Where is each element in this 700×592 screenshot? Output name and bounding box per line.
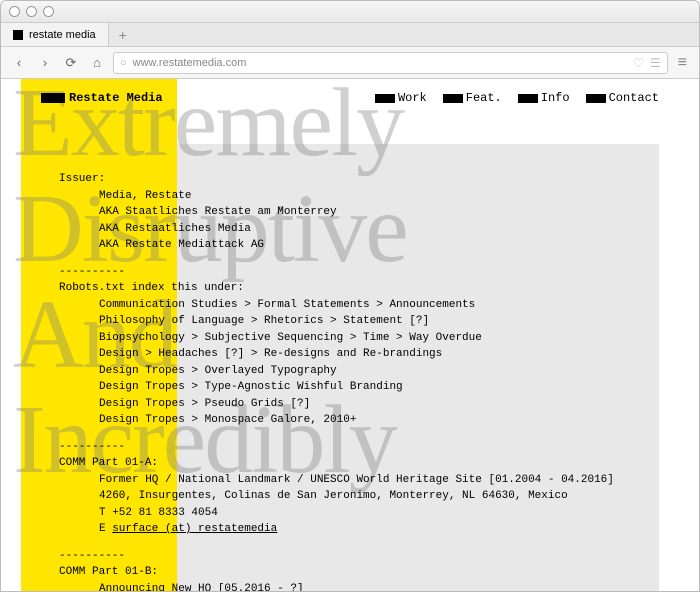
tab-bar: restate media + <box>1 23 699 47</box>
nav-feat[interactable]: Feat. <box>443 91 502 105</box>
issuer-line: AKA Restate Mediattack AG <box>59 237 659 254</box>
robots-line: Design > Headaches [?] > Re-designs and … <box>59 346 659 363</box>
nav-box-icon <box>375 94 395 103</box>
comm1a-line: Former HQ / National Landmark / UNESCO W… <box>59 472 659 489</box>
nav-box-icon <box>443 94 463 103</box>
globe-icon: ○ <box>120 57 127 69</box>
robots-line: Design Tropes > Monospace Galore, 2010+ <box>59 412 659 429</box>
site-header: Restate Media Work Feat. Info Contact <box>41 91 659 105</box>
robots-label: Robots.txt index this under: <box>59 280 659 297</box>
minimize-icon[interactable] <box>26 6 37 17</box>
document-body: Issuer: Media, Restate AKA Staatliches R… <box>59 171 659 591</box>
nav-box-icon <box>586 94 606 103</box>
maximize-icon[interactable] <box>43 6 54 17</box>
url-text: www.restatemedia.com <box>133 57 627 69</box>
nav-contact[interactable]: Contact <box>586 91 659 105</box>
comm1b-section: COMM Part 01-B: Announcing New HQ [05.20… <box>59 564 659 591</box>
email-link[interactable]: surface (at) restatemedia <box>112 523 277 535</box>
main-nav: Work Feat. Info Contact <box>375 91 659 105</box>
issuer-line: AKA Staatliches Restate am Monterrey <box>59 204 659 221</box>
forward-button[interactable]: › <box>35 55 55 70</box>
bookmark-icon[interactable]: ☰ <box>650 56 661 70</box>
comm1a-line: 4260, Insurgentes, Colinas de San Jeroni… <box>59 488 659 505</box>
robots-line: Philosophy of Language > Rhetorics > Sta… <box>59 313 659 330</box>
robots-line: Design Tropes > Type-Agnostic Wishful Br… <box>59 379 659 396</box>
robots-line: Design Tropes > Overlayed Typography <box>59 363 659 380</box>
nav-box-icon <box>518 94 538 103</box>
menu-button[interactable]: ≡ <box>674 54 691 72</box>
divider: ---------- <box>59 548 659 565</box>
robots-line: Biopsychology > Subjective Sequencing > … <box>59 330 659 347</box>
page-content: Extremely Disruptive And Incredibly Rest… <box>1 79 699 591</box>
close-icon[interactable] <box>9 6 20 17</box>
issuer-line: AKA Restaatliches Media <box>59 221 659 238</box>
divider: ---------- <box>59 439 659 456</box>
issuer-section: Issuer: Media, Restate AKA Staatliches R… <box>59 171 659 254</box>
tab-title: restate media <box>29 29 96 41</box>
nav-info[interactable]: Info <box>518 91 570 105</box>
titlebar <box>1 1 699 23</box>
logo-icon <box>41 93 65 103</box>
robots-section: Robots.txt index this under: Communicati… <box>59 280 659 429</box>
comm1a-email: E surface (at) restatemedia <box>59 521 659 538</box>
home-button[interactable]: ⌂ <box>87 55 107 70</box>
url-bar[interactable]: ○ www.restatemedia.com ♡ ☰ <box>113 52 668 74</box>
robots-line: Communication Studies > Formal Statement… <box>59 297 659 314</box>
comm1b-label: COMM Part 01-B: <box>59 564 659 581</box>
traffic-lights <box>9 6 54 17</box>
back-button[interactable]: ‹ <box>9 55 29 70</box>
toolbar: ‹ › ⟳ ⌂ ○ www.restatemedia.com ♡ ☰ ≡ <box>1 47 699 79</box>
favorite-icon[interactable]: ♡ <box>633 56 644 70</box>
logo[interactable]: Restate Media <box>41 91 163 105</box>
divider: ---------- <box>59 264 659 281</box>
comm1a-section: COMM Part 01-A: Former HQ / National Lan… <box>59 455 659 538</box>
brand-text: Restate Media <box>69 91 163 105</box>
favicon-icon <box>13 30 23 40</box>
issuer-line: Media, Restate <box>59 188 659 205</box>
comm1a-label: COMM Part 01-A: <box>59 455 659 472</box>
comm1b-line: Announcing New HQ [05.2016 - ?] <box>59 581 659 592</box>
robots-line: Design Tropes > Pseudo Grids [?] <box>59 396 659 413</box>
comm1a-phone: T +52 81 8333 4054 <box>59 505 659 522</box>
nav-work[interactable]: Work <box>375 91 427 105</box>
issuer-label: Issuer: <box>59 171 659 188</box>
new-tab-button[interactable]: + <box>109 23 137 46</box>
browser-window: restate media + ‹ › ⟳ ⌂ ○ www.restatemed… <box>0 0 700 592</box>
tab-restate-media[interactable]: restate media <box>1 23 109 46</box>
reload-button[interactable]: ⟳ <box>61 55 81 71</box>
